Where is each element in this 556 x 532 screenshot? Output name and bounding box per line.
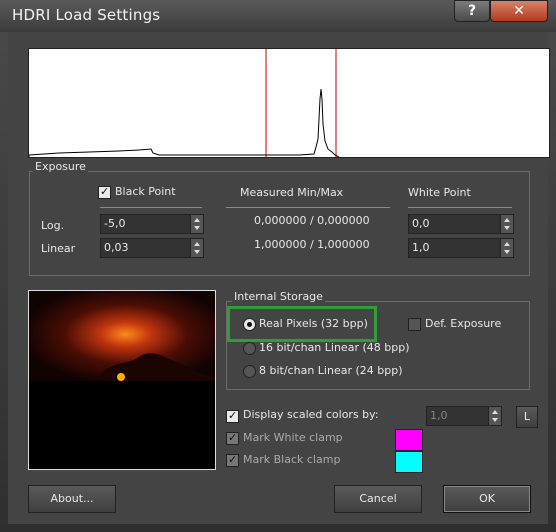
spinner-arrows[interactable] xyxy=(500,239,513,257)
ground xyxy=(29,381,215,469)
display-scaled-checkbox[interactable]: ✓ xyxy=(226,409,239,423)
check-icon: ✓ xyxy=(100,185,110,198)
help-button[interactable]: ? xyxy=(454,0,490,22)
log-row-label: Log. xyxy=(41,219,65,232)
check-icon: ✓ xyxy=(228,453,238,466)
scale-spinner[interactable]: 1,0 xyxy=(426,406,502,426)
cancel-button[interactable]: Cancel xyxy=(334,485,422,513)
title-bar[interactable]: HDRI Load Settings ? ✕ xyxy=(0,0,556,32)
radio-real-pixels[interactable] xyxy=(243,318,256,331)
sun xyxy=(117,373,125,381)
preview-image xyxy=(28,290,216,470)
measured-linear-value: 1,000000 / 1,000000 xyxy=(254,238,370,251)
arrow-up-icon[interactable] xyxy=(504,218,510,222)
dialog-window: HDRI Load Settings ? ✕ Exposure ✓ Black … xyxy=(0,0,556,532)
close-button[interactable]: ✕ xyxy=(490,0,548,22)
display-scaled-label[interactable]: Display scaled colors by: xyxy=(243,408,379,421)
arrow-down-icon[interactable] xyxy=(194,226,200,230)
arrow-up-icon[interactable] xyxy=(194,242,200,246)
white-linear-value: 1,0 xyxy=(412,241,430,254)
def-exposure-label[interactable]: Def. Exposure xyxy=(425,317,501,330)
black-point-label: Black Point xyxy=(115,185,176,198)
measured-divider xyxy=(226,207,390,208)
black-clamp-label[interactable]: Mark Black clamp xyxy=(243,453,340,466)
check-icon: ✓ xyxy=(228,409,238,422)
internal-storage-label: Internal Storage xyxy=(232,290,325,303)
arrow-up-icon[interactable] xyxy=(194,218,200,222)
8bit-label[interactable]: 8 bit/chan Linear (24 bpp) xyxy=(259,364,403,377)
arrow-up-icon[interactable] xyxy=(492,410,498,414)
black-clamp-checkbox[interactable]: ✓ xyxy=(226,453,239,467)
black-log-value: -5,0 xyxy=(104,217,126,230)
white-clamp-label[interactable]: Mark White clamp xyxy=(243,431,343,444)
def-exposure-checkbox[interactable] xyxy=(408,318,421,331)
white-point-divider xyxy=(408,207,512,208)
white-log-spinner[interactable]: 0,0 xyxy=(408,214,514,234)
spinner-arrows[interactable] xyxy=(488,407,501,425)
real-pixels-label[interactable]: Real Pixels (32 bpp) xyxy=(259,317,368,330)
check-icon: ✓ xyxy=(228,431,238,444)
arrow-down-icon[interactable] xyxy=(492,418,498,422)
black-point-checkbox[interactable]: ✓ xyxy=(98,185,111,199)
spinner-arrows[interactable] xyxy=(500,215,513,233)
measured-minmax-label: Measured Min/Max xyxy=(240,186,344,199)
black-point-divider xyxy=(100,207,202,208)
black-linear-value: 0,03 xyxy=(104,241,129,254)
radio-8bit[interactable] xyxy=(243,365,256,378)
black-clamp-swatch[interactable] xyxy=(395,451,423,473)
linear-row-label: Linear xyxy=(41,242,76,255)
spinner-arrows[interactable] xyxy=(190,215,203,233)
histogram-graph xyxy=(29,49,340,157)
white-linear-spinner[interactable]: 1,0 xyxy=(408,238,514,258)
arrow-down-icon[interactable] xyxy=(194,250,200,254)
histogram-curve xyxy=(29,88,340,157)
sunset-preview xyxy=(29,291,215,469)
window-title: HDRI Load Settings xyxy=(12,6,161,24)
histogram xyxy=(28,48,550,158)
scale-value: 1,0 xyxy=(430,409,448,422)
black-log-spinner[interactable]: -5,0 xyxy=(100,214,204,234)
radio-dot xyxy=(247,322,252,327)
arrow-down-icon[interactable] xyxy=(504,226,510,230)
ok-button[interactable]: OK xyxy=(443,485,531,513)
spinner-arrows[interactable] xyxy=(190,239,203,257)
white-clamp-swatch[interactable] xyxy=(395,429,423,451)
arrow-down-icon[interactable] xyxy=(504,250,510,254)
radio-16bit[interactable] xyxy=(243,342,256,355)
white-point-label: White Point xyxy=(408,186,471,199)
measured-log-value: 0,000000 / 0,000000 xyxy=(254,214,370,227)
white-clamp-checkbox[interactable]: ✓ xyxy=(226,431,239,445)
exposure-group-label: Exposure xyxy=(33,160,88,173)
black-linear-spinner[interactable]: 0,03 xyxy=(100,238,204,258)
white-log-value: 0,0 xyxy=(412,217,430,230)
16bit-label[interactable]: 16 bit/chan Linear (48 bpp) xyxy=(259,341,410,354)
about-button[interactable]: About... xyxy=(28,485,116,513)
arrow-up-icon[interactable] xyxy=(504,242,510,246)
l-button[interactable]: L xyxy=(516,406,538,428)
